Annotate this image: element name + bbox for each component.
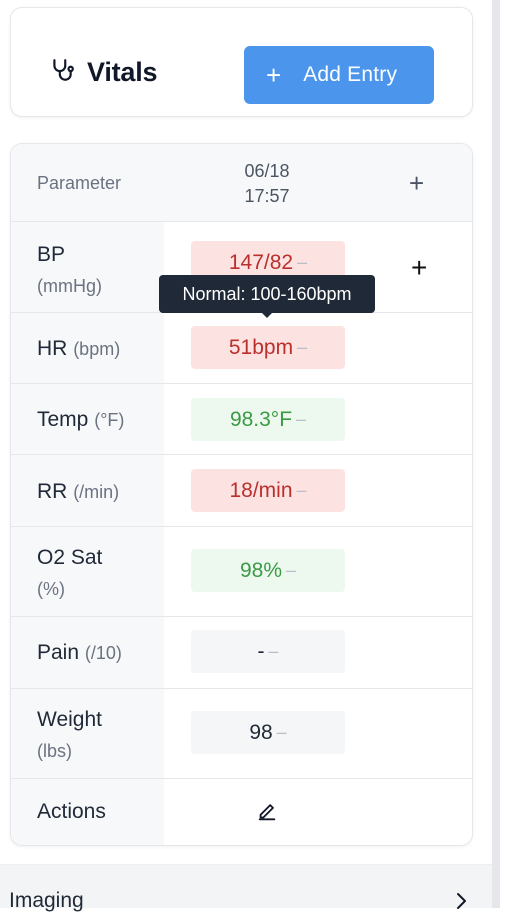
param-unit: (%) — [37, 579, 65, 599]
table-row-actions: Actions — [11, 779, 472, 845]
tooltip-arrow — [261, 312, 273, 318]
param-name: Pain — [37, 641, 80, 664]
value-pill[interactable]: - – — [191, 630, 345, 673]
chevron-right-icon — [455, 892, 467, 910]
add-column-button[interactable]: + — [409, 168, 424, 199]
param-name: Weight — [37, 708, 102, 731]
value-pill[interactable]: 98.3°F – — [191, 398, 345, 441]
value-pill[interactable]: 98% – — [191, 549, 345, 592]
value-pill[interactable]: 18/min – — [191, 469, 345, 512]
row-label: Temp (°F) — [37, 408, 124, 432]
dash-icon: – — [286, 560, 297, 580]
dash-icon: – — [297, 252, 308, 272]
entry-time: 17:57 — [244, 186, 290, 206]
dash-icon: – — [268, 641, 279, 661]
add-entry-button[interactable]: + Add Entry — [244, 46, 434, 104]
value-text: - — [257, 639, 265, 663]
param-unit: (lbs) — [37, 741, 72, 761]
imaging-label: Imaging — [9, 889, 84, 912]
row-label: RR (/min) — [37, 480, 119, 504]
vitals-title-group: Vitals — [49, 57, 158, 88]
param-unit: (°F) — [94, 410, 125, 430]
row-label: O2 Sat (%) — [37, 542, 102, 605]
param-name: O2 Sat — [37, 546, 103, 569]
param-unit: (/10) — [84, 643, 122, 663]
dash-icon: – — [297, 337, 308, 357]
parameter-column-header: Parameter — [37, 173, 122, 193]
imaging-section-toggle[interactable]: Imaging — [0, 864, 492, 912]
table-row: Temp (°F) 98.3°F – — [11, 384, 472, 455]
param-unit: (/min) — [73, 482, 120, 502]
vitals-header-card: Vitals + Add Entry — [10, 7, 473, 117]
actions-label: Actions — [37, 800, 106, 823]
table-row: RR (/min) 18/min – — [11, 455, 472, 527]
page-title: Vitals — [87, 57, 158, 87]
row-label: HR (bpm) — [37, 337, 120, 361]
dash-icon: – — [296, 480, 307, 500]
param-name: HR — [37, 337, 68, 360]
row-label: BP (mmHg) — [37, 239, 102, 302]
scrollbar-track[interactable] — [492, 0, 500, 908]
table-header-row: Parameter 06/18 17:57 + — [11, 144, 472, 222]
value-pill[interactable]: 98 – — [191, 711, 345, 754]
plus-icon: + — [266, 60, 282, 90]
dash-icon: – — [296, 409, 307, 429]
value-text: 147/82 — [228, 250, 294, 274]
value-text: 51bpm — [228, 335, 294, 359]
param-name: RR — [37, 480, 68, 503]
row-label: Weight (lbs) — [37, 704, 102, 767]
table-row: HR (bpm) 51bpm – — [11, 313, 472, 384]
table-row: Pain (/10) - – — [11, 617, 472, 689]
param-name: Temp — [37, 408, 89, 431]
entry-date: 06/18 — [244, 161, 290, 181]
value-text: 98.3°F — [229, 407, 293, 431]
table-row: O2 Sat (%) 98% – — [11, 527, 472, 617]
dash-icon: – — [276, 722, 287, 742]
reference-range-tooltip: Normal: 100-160bpm — [159, 275, 375, 313]
value-text: 98 — [249, 720, 273, 744]
value-pill[interactable]: 51bpm – — [191, 326, 345, 369]
value-text: 18/min — [229, 478, 293, 502]
add-value-button[interactable]: + — [411, 252, 427, 284]
row-label: Pain (/10) — [37, 641, 122, 665]
param-name: BP — [37, 243, 66, 266]
param-unit: (mmHg) — [37, 276, 102, 296]
param-unit: (bpm) — [73, 339, 121, 359]
add-entry-label: Add Entry — [303, 63, 398, 86]
stethoscope-icon — [49, 57, 75, 88]
vitals-table: Parameter 06/18 17:57 + BP (mmHg) 147/82… — [10, 143, 473, 846]
table-row: Weight (lbs) 98 – — [11, 689, 472, 779]
entry-column-header: 06/18 17:57 — [217, 159, 317, 209]
edit-pencil-icon[interactable] — [256, 801, 278, 823]
value-text: 98% — [239, 558, 282, 582]
